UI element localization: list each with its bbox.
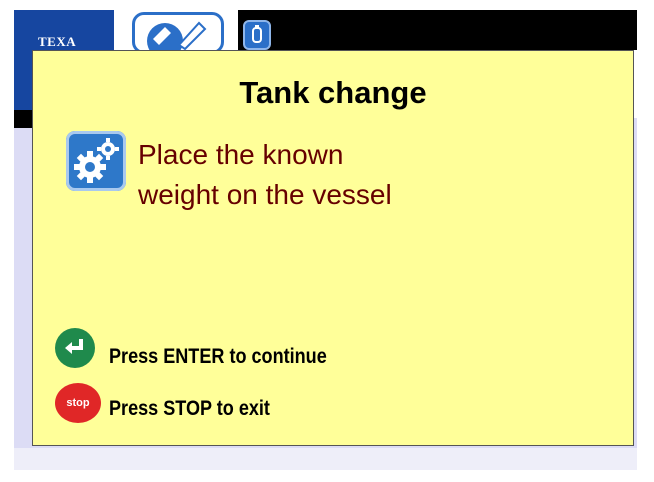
stop-icon: stop — [66, 397, 90, 409]
tank-change-dialog: Tank change Place the known weight on th… — [32, 50, 634, 446]
top-header-bar — [238, 10, 637, 50]
logo-text: TEXA — [38, 34, 77, 49]
enter-button[interactable] — [55, 328, 95, 368]
dialog-message: Place the known weight on the vessel — [138, 135, 618, 215]
status-icon — [243, 20, 271, 50]
enter-arrow-icon — [65, 339, 83, 354]
stop-instruction: Press STOP to exit — [109, 397, 270, 420]
background-bottom-strip — [14, 448, 637, 470]
stop-button[interactable]: stop — [55, 383, 101, 423]
gears-icon-graphic — [74, 138, 119, 183]
enter-instruction: Press ENTER to continue — [109, 345, 327, 368]
message-line-1: Place the known — [138, 139, 344, 170]
dialog-title: Tank change — [239, 75, 427, 110]
status-icon-graphic — [252, 25, 262, 43]
tools-icon[interactable] — [132, 12, 224, 54]
tools-icon-graphic — [147, 21, 207, 51]
gears-icon — [66, 131, 126, 191]
message-line-2: weight on the vessel — [138, 179, 392, 210]
